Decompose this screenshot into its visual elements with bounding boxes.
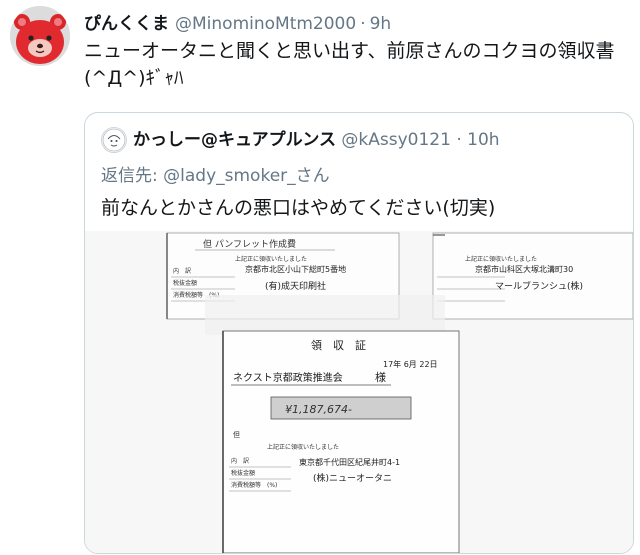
receipts-scan-image[interactable]: 但 パンフレット作成費 上記正に領収いたしました 内 訳 税抜金額 消費税額等 … xyxy=(85,231,633,553)
quoted-avatar xyxy=(101,127,127,153)
tweet-timestamp[interactable]: 9h xyxy=(370,14,392,34)
receipt-tr-received: 上記正に領収いたしました xyxy=(465,255,537,263)
tweet-text: ニューオータニと聞くと思い出す、前原さんのコクヨの領収書 (^Д^)ｷﾞｬﾊ xyxy=(84,38,632,92)
receipt-main: 領 収 証 17年 6月 22日 ネクスト京都政策推進会 様 ¥1,187,67… xyxy=(222,330,460,553)
reply-prefix: 返信先: xyxy=(101,166,158,186)
receipt-date: 17年 6月 22日 xyxy=(383,359,438,369)
tweet-text-line-2: (^Д^)ｷﾞｬﾊ xyxy=(84,67,184,89)
user-handle[interactable]: @MinominoMtm2000 xyxy=(175,14,356,34)
receipt-tl-company: (有)成天印刷社 xyxy=(265,280,326,292)
receipt-addressee: ネクスト京都政策推進会 xyxy=(233,371,343,384)
receipt-tax-excluded-label: 税抜金額 xyxy=(231,469,255,477)
receipt-received: 上記正に領収いたしました xyxy=(267,443,339,451)
receipt-tr-address: 京都市山科区大塚北溝町30 xyxy=(475,264,573,274)
tweet-header: ぴんくくま @MinominoMtm2000 · 9h xyxy=(84,9,391,34)
receipt-tl-inner-label: 内 訳 xyxy=(173,267,191,275)
quoted-tweet-header: かっしー@キュアプルンス @kAssy0121 · 10h xyxy=(101,125,500,153)
receipt-tl-address: 京都市北区小山下総町5番地 xyxy=(245,264,346,274)
quoted-timestamp[interactable]: 10h xyxy=(467,130,499,150)
quoted-separator-dot: · xyxy=(456,130,462,150)
tweet-text-line-1: ニューオータニと聞くと思い出す、前原さんのコクヨの領収書 xyxy=(84,40,615,62)
receipts-photo: 但 パンフレット作成費 上記正に領収いたしました 内 訳 税抜金額 消費税額等 … xyxy=(85,231,633,553)
receipt-inner-label: 内 訳 xyxy=(231,457,249,465)
reply-to-link[interactable]: @lady_smoker_さん xyxy=(163,166,330,186)
quoted-display-name[interactable]: かっしー@キュアプルンス xyxy=(133,130,336,150)
receipt-tl-tax-excluded-label: 税抜金額 xyxy=(173,279,197,287)
receipt-company: (株)ニューオータニ xyxy=(313,472,392,484)
receipt-tax-label: 消費税額等 (%) xyxy=(231,481,277,489)
quoted-tweet[interactable]: かっしー@キュアプルンス @kAssy0121 · 10h 返信先: @lady… xyxy=(84,112,634,554)
avatar[interactable] xyxy=(10,6,70,66)
bear-avatar-image xyxy=(10,6,70,66)
receipt-tl-received: 上記正に領収いたしました xyxy=(235,255,307,263)
receipt-tr-company: マールブランシュ(株) xyxy=(495,280,583,292)
receipt-tl-note: 但 パンフレット作成費 xyxy=(203,238,296,250)
quoted-tweet-text: 前なんとかさんの悪口はやめてください(切実) xyxy=(101,197,496,219)
receipt-top-right: 上記正に領収いたしました 京都市山科区大塚北溝町30 マールブランシュ(株) xyxy=(432,232,633,320)
separator-dot: · xyxy=(360,14,366,34)
display-name[interactable]: ぴんくくま xyxy=(84,14,169,34)
reply-context: 返信先: @lady_smoker_さん xyxy=(101,161,330,186)
sketch-avatar-image xyxy=(102,128,126,152)
receipt-honorific: 様 xyxy=(375,370,386,384)
receipt-title: 領 収 証 xyxy=(311,338,366,352)
receipt-amount: ¥1,187,674- xyxy=(285,403,352,416)
receipt-note-prefix: 但 xyxy=(233,430,240,439)
quoted-user-handle[interactable]: @kAssy0121 xyxy=(341,130,451,150)
receipt-address: 東京都千代田区紀尾井町4-1 xyxy=(299,457,400,467)
